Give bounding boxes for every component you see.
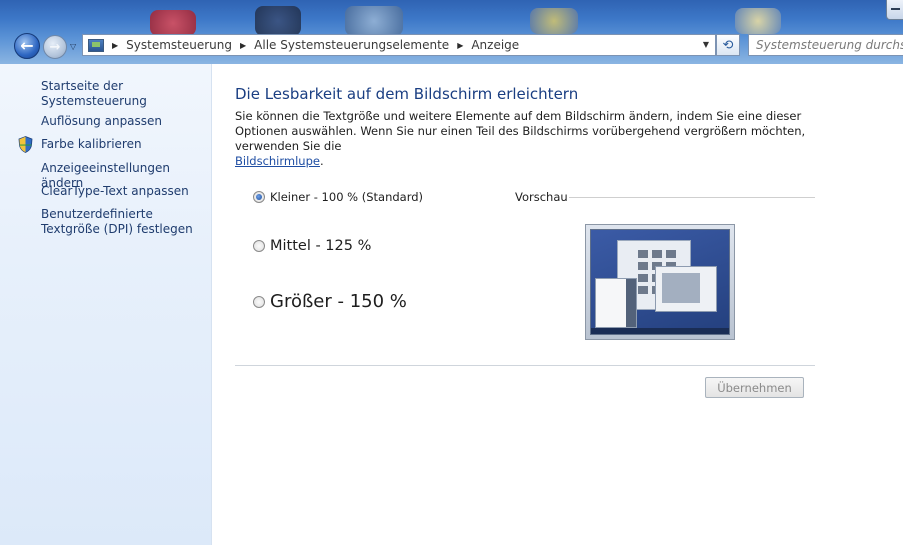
breadcrumb-separator-icon[interactable]: ▶ <box>112 41 118 50</box>
page-description: Sie können die Textgröße und weitere Ele… <box>235 109 825 169</box>
breadcrumb-alle-elemente[interactable]: Alle Systemsteuerungselemente <box>254 38 449 52</box>
preview-screen <box>590 229 730 335</box>
forward-button[interactable]: → <box>43 35 67 59</box>
desktop-wallpaper-detail <box>530 8 578 34</box>
search-input[interactable]: Systemsteuerung durchsuchen <box>748 34 903 56</box>
desktop-wallpaper-detail <box>255 6 301 36</box>
preview-taskbar <box>591 328 729 334</box>
page-title: Die Lesbarkeit auf dem Bildschirm erleic… <box>235 85 579 103</box>
option-label: Mittel - 125 % <box>270 238 372 254</box>
breadcrumb-separator-icon[interactable]: ▶ <box>240 41 246 50</box>
radio-button-selected[interactable] <box>253 191 265 203</box>
sidebar: Startseite der Systemsteuerung Auflösung… <box>0 64 212 545</box>
chevron-down-icon[interactable]: ▼ <box>703 40 709 49</box>
divider <box>235 365 815 366</box>
radio-button[interactable] <box>253 240 265 252</box>
desktop-wallpaper-detail <box>345 6 403 36</box>
refresh-button[interactable]: ⟲ <box>716 34 740 56</box>
desktop-wallpaper-detail <box>150 10 196 36</box>
option-label: Kleiner - 100 % (Standard) <box>270 190 424 204</box>
apply-button[interactable]: Übernehmen <box>705 377 804 398</box>
preview-heading: Vorschau <box>515 190 568 204</box>
radio-button[interactable] <box>253 295 265 308</box>
description-suffix: . <box>319 154 324 168</box>
sidebar-item-aufloesung[interactable]: Auflösung anpassen <box>41 114 162 129</box>
address-bar[interactable]: ▶ Systemsteuerung ▶ Alle Systemsteuerung… <box>82 34 716 56</box>
breadcrumb-separator-icon[interactable]: ▶ <box>457 41 463 50</box>
preview-window <box>655 266 717 312</box>
window-titlebar: ← → ▽ ▶ Systemsteuerung ▶ Alle Systemste… <box>0 0 903 64</box>
option-mittel[interactable]: Mittel - 125 % <box>253 238 371 254</box>
bildschirmlupe-link[interactable]: Bildschirmlupe <box>235 154 320 168</box>
control-panel-icon <box>88 38 104 52</box>
sidebar-item-farbe-kalibrieren[interactable]: Farbe kalibrieren <box>41 137 142 152</box>
description-text: Sie können die Textgröße und weitere Ele… <box>235 109 806 153</box>
back-button[interactable]: ← <box>14 33 40 59</box>
breadcrumb-anzeige[interactable]: Anzeige <box>471 38 519 52</box>
recent-pages-dropdown-icon[interactable]: ▽ <box>70 42 76 51</box>
sidebar-item-cleartype[interactable]: ClearType-Text anpassen <box>41 184 189 199</box>
main-content: Die Lesbarkeit auf dem Bildschirm erleic… <box>213 64 903 545</box>
sidebar-item-dpi[interactable]: Benutzerdefinierte Textgröße (DPI) festl… <box>41 207 206 237</box>
sidebar-home-link[interactable]: Startseite der Systemsteuerung <box>41 79 211 109</box>
breadcrumb-systemsteuerung[interactable]: Systemsteuerung <box>126 38 232 52</box>
minimize-button[interactable] <box>886 0 903 20</box>
option-label: Größer - 150 % <box>270 291 407 312</box>
preview-window <box>595 278 637 328</box>
preview-divider <box>569 197 815 198</box>
preview-image <box>585 224 735 340</box>
desktop-wallpaper-detail <box>735 8 781 34</box>
option-groesser[interactable]: Größer - 150 % <box>253 291 407 312</box>
option-kleiner[interactable]: Kleiner - 100 % (Standard) <box>253 190 423 204</box>
shield-icon <box>18 136 33 153</box>
